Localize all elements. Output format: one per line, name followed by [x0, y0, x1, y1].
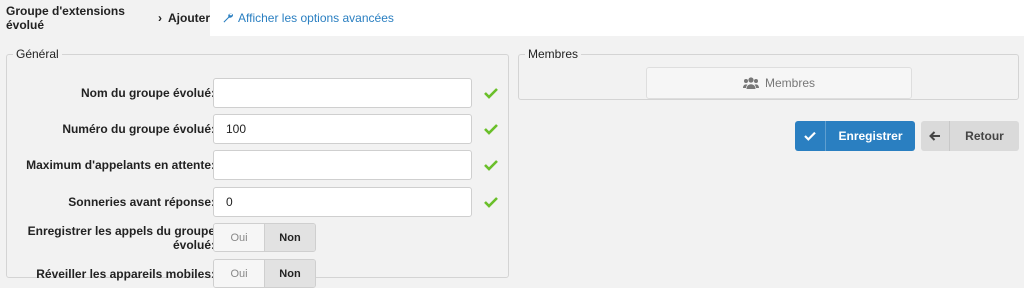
breadcrumb-separator: › [158, 11, 162, 25]
record-calls-toggle[interactable]: Oui Non [213, 223, 316, 252]
back-button[interactable]: Retour [921, 121, 1019, 151]
max-callers-input[interactable] [213, 150, 472, 180]
check-icon [484, 160, 498, 171]
advanced-options-label: Afficher les options avancées [238, 11, 394, 25]
toggle-label-line1: Enregistrer les appels du groupe [27, 224, 215, 238]
breadcrumb-current: Ajouter [168, 11, 210, 25]
advanced-options-link[interactable]: Afficher les options avancées [222, 0, 394, 36]
save-button-label: Enregistrer [838, 129, 903, 143]
breadcrumb-parent[interactable]: Groupe d'extensions évolué [6, 4, 152, 32]
toggle-label: Enregistrer les appels du groupe évolué: [28, 224, 215, 252]
general-legend: Général [16, 47, 59, 61]
members-button-label: Membres [764, 76, 815, 90]
wrench-icon [223, 12, 234, 23]
check-icon [484, 124, 498, 135]
save-button[interactable]: Enregistrer [795, 121, 915, 151]
field-label: Maximum d'appelants en attente: [26, 158, 215, 172]
check-icon [484, 88, 498, 99]
general-section: Général Nom du groupe évolué: Numéro du … [6, 47, 509, 288]
rings-before-answer-input[interactable] [213, 187, 472, 217]
field-label: Sonneries avant réponse: [68, 195, 215, 209]
breadcrumb: Groupe d'extensions évolué › Ajouter [0, 0, 210, 36]
members-section: Membres Membres [518, 47, 1019, 100]
toggle-oui[interactable]: Oui [214, 260, 264, 287]
check-icon [795, 121, 826, 151]
group-name-input[interactable] [213, 78, 472, 108]
field-label: Nom du groupe évolué: [80, 86, 215, 100]
top-bar: Groupe d'extensions évolué › Ajouter Aff… [0, 0, 1024, 36]
wake-mobile-toggle[interactable]: Oui Non [213, 259, 316, 288]
check-icon [484, 197, 498, 208]
toggle-oui[interactable]: Oui [214, 224, 264, 251]
users-icon [742, 77, 759, 89]
back-button-label: Retour [965, 129, 1004, 143]
arrow-left-icon [921, 121, 950, 151]
toggle-label-line2: évolué: [172, 238, 215, 252]
members-legend: Membres [528, 47, 579, 61]
group-number-input[interactable] [213, 114, 472, 144]
toggle-label: Réveiller les appareils mobiles: [36, 267, 215, 281]
members-button[interactable]: Membres [646, 67, 912, 99]
toggle-non[interactable]: Non [264, 224, 315, 251]
toggle-non[interactable]: Non [264, 260, 315, 287]
field-label: Numéro du groupe évolué: [62, 122, 215, 136]
